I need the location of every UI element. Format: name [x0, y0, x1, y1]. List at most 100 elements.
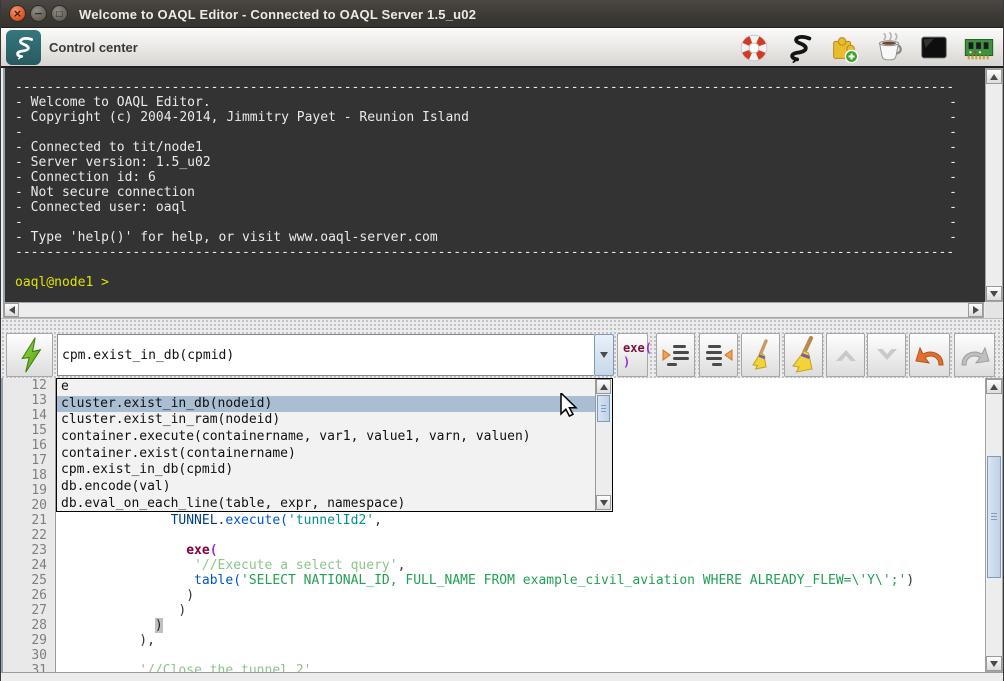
line-number: 24: [3, 558, 56, 573]
line-number: 15: [3, 423, 56, 438]
editor-line[interactable]: 31 '//Close the tunnel 2',: [3, 663, 985, 672]
terminal-scroll-right-button[interactable]: [968, 303, 983, 317]
line-number: 27: [3, 603, 56, 618]
close-button[interactable]: ×: [9, 5, 26, 22]
indent-left-icon: [704, 342, 734, 368]
memory-card-icon: [962, 31, 996, 65]
terminal-panel[interactable]: ----------------------------------------…: [3, 68, 985, 302]
editor-hscrollbar[interactable]: [1, 672, 1004, 681]
line-number: 14: [3, 408, 56, 423]
undo-button[interactable]: [909, 333, 950, 377]
editor-scroll-down-button[interactable]: [986, 656, 1002, 671]
terminal-vscrollbar[interactable]: [985, 68, 1003, 302]
mouse-cursor: [559, 393, 581, 417]
maximize-button[interactable]: □: [51, 5, 68, 22]
arrow-down-icon: [990, 291, 998, 297]
undo-arrow-icon: [914, 342, 946, 368]
line-number: 19: [3, 483, 56, 498]
line-number: 18: [3, 468, 56, 483]
editor-vscrollbar[interactable]: [985, 378, 1003, 672]
line-number: 16: [3, 438, 56, 453]
close-icon: ×: [10, 6, 25, 21]
editor-line[interactable]: 30: [3, 648, 985, 663]
add-plugin-button[interactable]: [826, 30, 862, 66]
minimize-button[interactable]: −: [30, 5, 47, 22]
autocomplete-item[interactable]: db.eval_on_each_line(table, expr, namesp…: [57, 496, 595, 513]
line-number: 30: [3, 648, 56, 663]
autocomplete-item[interactable]: e: [57, 379, 595, 396]
line-number: 25: [3, 573, 56, 588]
redo-button[interactable]: [954, 333, 995, 377]
editor-line[interactable]: 21 TUNNEL.execute('tunnelId2',: [3, 513, 985, 528]
editor-line[interactable]: 25 table('SELECT NATIONAL_ID, FULL_NAME …: [3, 573, 985, 588]
lightning-bolt-icon: [14, 336, 46, 374]
small-broom-icon: [747, 339, 775, 371]
autocomplete-item[interactable]: db.encode(val): [57, 479, 595, 496]
line-number: 12: [3, 378, 56, 393]
oaql-logo: [6, 30, 41, 65]
autocomplete-item[interactable]: container.exist(containername): [57, 446, 595, 463]
splitter-command-band[interactable]: exe( ): [1, 318, 1004, 378]
line-number: 23: [3, 543, 56, 558]
arrow-up-icon: [600, 384, 608, 390]
line-number: 13: [3, 393, 56, 408]
chevron-down-icon: [600, 352, 608, 358]
minimize-icon: −: [31, 6, 46, 21]
coffee-button[interactable]: [871, 30, 907, 66]
snake-tool-button[interactable]: [781, 30, 817, 66]
help-lifebuoy-button[interactable]: [736, 30, 772, 66]
maximize-icon: □: [52, 6, 67, 21]
move-down-button[interactable]: [867, 333, 906, 377]
arrow-up-icon: [990, 384, 998, 390]
autocomplete-scroll-up-button[interactable]: [596, 379, 611, 394]
memory-card-button[interactable]: [961, 30, 997, 66]
autocomplete-item[interactable]: cpm.exist_in_db(cpmid): [57, 462, 595, 479]
terminal-hscrollbar[interactable]: [3, 302, 984, 318]
terminal-scroll-left-button[interactable]: [4, 303, 19, 317]
terminal-screen-button[interactable]: [916, 30, 952, 66]
autocomplete-item[interactable]: container.execute(containername, var1, v…: [57, 429, 595, 446]
redo-arrow-icon: [959, 342, 991, 368]
big-broom-icon: [787, 336, 821, 374]
autocomplete-scroll-down-button[interactable]: [596, 495, 611, 510]
autocomplete-item[interactable]: cluster.exist_in_db(nodeid): [57, 396, 595, 413]
command-input[interactable]: [57, 334, 594, 376]
editor-vscroll-thumb[interactable]: [987, 456, 1001, 578]
wrap-exe-button[interactable]: exe( ): [617, 333, 648, 377]
editor-line[interactable]: 27 ): [3, 603, 985, 618]
exe-open-paren: (: [645, 341, 652, 355]
arrow-left-icon: [9, 306, 15, 314]
exe-close-paren: ): [623, 355, 630, 369]
line-number: 22: [3, 528, 56, 543]
lifebuoy-icon: [737, 31, 771, 65]
indent-left-button[interactable]: [699, 333, 738, 377]
indent-right-button[interactable]: [656, 333, 695, 377]
editor-scroll-up-button[interactable]: [986, 379, 1002, 394]
app-name-label: Control center: [49, 28, 138, 66]
title-bar[interactable]: × − □ Welcome to OAQL Editor - Connected…: [1, 0, 1004, 28]
editor-line[interactable]: 23 exe(: [3, 543, 985, 558]
autocomplete-list: ecluster.exist_in_db(nodeid)cluster.exis…: [57, 379, 612, 513]
editor-line[interactable]: 22: [3, 528, 985, 543]
command-dropdown-button[interactable]: [594, 334, 614, 376]
autocomplete-scroll-thumb[interactable]: [597, 395, 610, 422]
chevron-down-icon: [874, 344, 900, 366]
arrow-down-icon: [600, 500, 608, 506]
arrow-up-icon: [990, 74, 998, 80]
editor-line[interactable]: 26 ): [3, 588, 985, 603]
move-up-button[interactable]: [826, 333, 865, 377]
terminal-scroll-down-button[interactable]: [986, 286, 1002, 301]
exe-label: exe: [623, 341, 645, 355]
editor-line[interactable]: 29 ),: [3, 633, 985, 648]
execute-button[interactable]: [6, 333, 53, 377]
terminal-scroll-up-button[interactable]: [986, 69, 1002, 84]
editor-line[interactable]: 24 '//Execute a select query',: [3, 558, 985, 573]
line-number: 26: [3, 588, 56, 603]
clean-all-button[interactable]: [784, 333, 823, 377]
line-number: 17: [3, 453, 56, 468]
clean-line-button[interactable]: [741, 333, 780, 377]
window-title: Welcome to OAQL Editor - Connected to OA…: [79, 0, 476, 28]
editor-line[interactable]: 28 ): [3, 618, 985, 633]
autocomplete-item[interactable]: cluster.exist_in_ram(nodeid): [57, 412, 595, 429]
autocomplete-scrollbar[interactable]: [595, 379, 612, 511]
